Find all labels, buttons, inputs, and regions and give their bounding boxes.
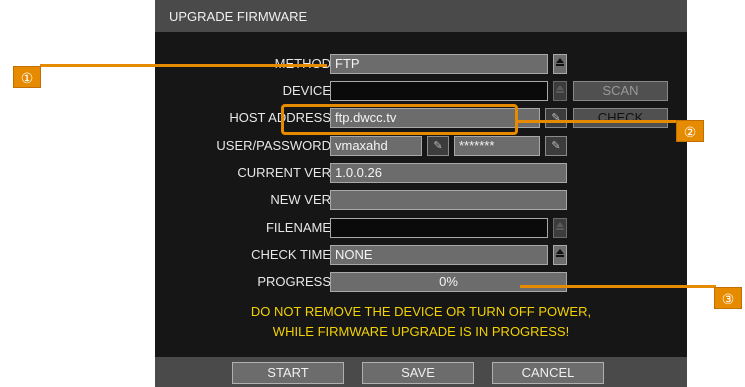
virtual-keyboard-icon[interactable]: ✎: [545, 136, 567, 156]
user-field[interactable]: vmaxahd: [330, 136, 422, 156]
check-button[interactable]: CHECK: [573, 108, 668, 128]
dialog-title: UPGRADE FIRMWARE: [169, 9, 308, 24]
check-time-field[interactable]: NONE: [330, 245, 548, 265]
virtual-keyboard-icon[interactable]: ✎: [545, 108, 567, 128]
check-time-dropdown-button[interactable]: [553, 245, 567, 265]
check-time-label: CHECK TIME: [251, 247, 331, 262]
device-field[interactable]: [330, 81, 548, 101]
method-field[interactable]: FTP: [330, 54, 548, 74]
new-ver-label: NEW VER: [270, 192, 331, 207]
filename-label: FILENAME: [265, 220, 331, 235]
warning-line-2: WHILE FIRMWARE UPGRADE IS IN PROGRESS!: [272, 324, 570, 339]
dropdown-arrow-icon: [556, 58, 564, 63]
cancel-button[interactable]: CANCEL: [492, 362, 604, 384]
callout-2-leader: [518, 120, 678, 123]
callout-1-badge: ①: [13, 66, 41, 88]
user-password-label: USER/PASSWORD: [216, 138, 331, 153]
callout-3-badge: ③: [714, 287, 742, 309]
virtual-keyboard-icon[interactable]: ✎: [427, 136, 449, 156]
filename-dropdown-button[interactable]: [553, 218, 567, 238]
callout-1-leader: [40, 64, 327, 67]
filename-field[interactable]: [330, 218, 548, 238]
device-label: DEVICE: [282, 83, 331, 98]
device-dropdown-button[interactable]: [553, 81, 567, 101]
current-ver-label: CURRENT VER: [237, 165, 331, 180]
password-field[interactable]: *******: [454, 136, 540, 156]
dropdown-arrow-icon: [556, 249, 564, 254]
save-button[interactable]: SAVE: [362, 362, 474, 384]
host-address-highlight: [281, 104, 518, 135]
start-button[interactable]: START: [232, 362, 344, 384]
new-ver-field: [330, 190, 567, 210]
callout-3-leader: [520, 285, 716, 288]
scan-button[interactable]: SCAN: [573, 81, 668, 101]
dropdown-arrow-icon: [556, 222, 564, 227]
method-dropdown-button[interactable]: [553, 54, 567, 74]
callout-2-badge: ②: [676, 120, 704, 142]
dropdown-arrow-icon: [556, 85, 564, 90]
progress-bar: 0%: [330, 272, 567, 292]
warning-line-1: DO NOT REMOVE THE DEVICE OR TURN OFF POW…: [250, 304, 592, 319]
current-ver-field: 1.0.0.26: [330, 163, 567, 183]
progress-label: PROGRESS: [257, 274, 331, 289]
